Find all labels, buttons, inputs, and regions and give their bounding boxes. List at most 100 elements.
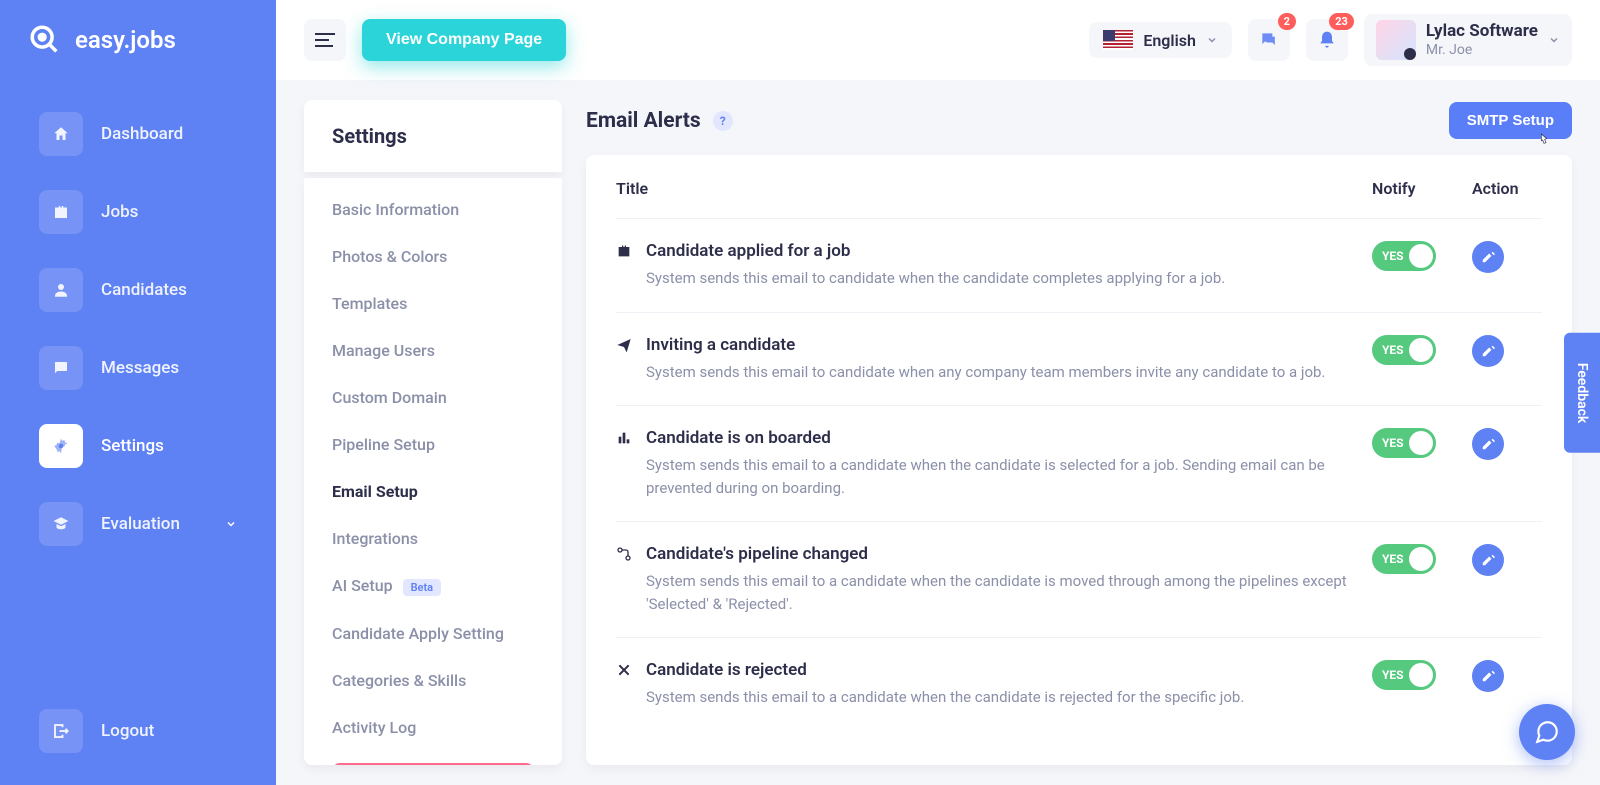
chevron-down-icon bbox=[1206, 34, 1218, 46]
notifications-badge: 23 bbox=[1329, 13, 1354, 30]
logout-icon bbox=[39, 709, 83, 753]
topbar: View Company Page English 2 23 Lylac Sof… bbox=[276, 0, 1600, 80]
sidebar-item-logout[interactable]: Logout bbox=[25, 697, 251, 765]
pencil-icon bbox=[1481, 669, 1495, 683]
pencil-icon bbox=[1481, 437, 1495, 451]
cursor-pointer-icon bbox=[1536, 131, 1552, 149]
settings-item-templates[interactable]: Templates bbox=[304, 280, 562, 327]
chart-icon bbox=[616, 428, 646, 499]
sidebar-item-candidates[interactable]: Candidates bbox=[25, 256, 251, 324]
feedback-tab[interactable]: Feedback bbox=[1564, 332, 1600, 453]
messages-badge: 2 bbox=[1278, 13, 1296, 30]
logo[interactable]: easy.jobs bbox=[25, 20, 251, 60]
toggle-label: YES bbox=[1372, 668, 1404, 682]
notify-toggle[interactable]: YES bbox=[1372, 660, 1436, 690]
settings-item-candidate-apply[interactable]: Candidate Apply Setting bbox=[304, 610, 562, 657]
col-header-notify: Notify bbox=[1372, 179, 1472, 198]
toggle-label: YES bbox=[1372, 552, 1404, 566]
table-header: Title Notify Action bbox=[616, 179, 1542, 219]
notify-toggle[interactable]: YES bbox=[1372, 241, 1436, 271]
chat-bubble-icon bbox=[1534, 719, 1560, 745]
edit-button[interactable] bbox=[1472, 544, 1504, 576]
edit-button[interactable] bbox=[1472, 428, 1504, 460]
settings-list: Basic Information Photos & Colors Templa… bbox=[304, 178, 562, 765]
chat-icon bbox=[39, 346, 83, 390]
hamburger-button[interactable] bbox=[304, 19, 346, 61]
company-name: Lylac Software bbox=[1426, 21, 1538, 41]
alert-desc: System sends this email to a candidate w… bbox=[646, 454, 1352, 499]
alert-desc: System sends this email to candidate whe… bbox=[646, 361, 1352, 384]
user-menu[interactable]: Lylac Software Mr. Joe bbox=[1364, 14, 1572, 66]
messages-button[interactable]: 2 bbox=[1248, 19, 1290, 61]
settings-item-ai-setup[interactable]: AI Setup Beta bbox=[304, 562, 562, 610]
alert-title: Candidate's pipeline changed bbox=[646, 544, 1352, 564]
edit-button[interactable] bbox=[1472, 660, 1504, 692]
user-icon bbox=[39, 268, 83, 312]
hamburger-icon bbox=[315, 33, 335, 47]
view-company-button[interactable]: View Company Page bbox=[362, 19, 566, 61]
sidebar-item-label: Evaluation bbox=[101, 514, 180, 534]
help-icon[interactable]: ? bbox=[713, 111, 733, 131]
message-icon bbox=[1259, 30, 1279, 50]
sidebar-item-settings[interactable]: Settings bbox=[25, 412, 251, 480]
sidebar-item-label: Candidates bbox=[101, 280, 187, 300]
bell-icon bbox=[1317, 30, 1337, 50]
notify-toggle[interactable]: YES bbox=[1372, 428, 1436, 458]
edit-button[interactable] bbox=[1472, 241, 1504, 273]
settings-title: Settings bbox=[304, 100, 562, 172]
user-name: Mr. Joe bbox=[1426, 42, 1538, 59]
alert-desc: System sends this email to candidate whe… bbox=[646, 267, 1352, 290]
briefcase-icon bbox=[616, 241, 646, 290]
logo-icon bbox=[25, 20, 65, 60]
alert-row: Inviting a candidate System sends this e… bbox=[616, 313, 1542, 407]
language-selector[interactable]: English bbox=[1089, 22, 1232, 58]
settings-item-custom-domain[interactable]: Custom Domain bbox=[304, 374, 562, 421]
settings-action-button[interactable] bbox=[332, 763, 534, 765]
alert-desc: System sends this email to a candidate w… bbox=[646, 686, 1352, 709]
pencil-icon bbox=[1481, 344, 1495, 358]
sidebar-item-label: Jobs bbox=[101, 202, 138, 222]
alerts-table: Title Notify Action Candidate applied fo… bbox=[586, 155, 1572, 765]
notifications-button[interactable]: 23 bbox=[1306, 19, 1348, 61]
grad-cap-icon bbox=[39, 502, 83, 546]
settings-item-photos-colors[interactable]: Photos & Colors bbox=[304, 233, 562, 280]
close-icon bbox=[616, 660, 646, 709]
settings-item-basic-information[interactable]: Basic Information bbox=[304, 186, 562, 233]
smtp-setup-button[interactable]: SMTP Setup bbox=[1449, 102, 1572, 139]
sidebar-item-label: Settings bbox=[101, 436, 164, 456]
alert-title: Candidate is on boarded bbox=[646, 428, 1352, 448]
alert-title: Candidate is rejected bbox=[646, 660, 1352, 680]
sidebar-item-label: Messages bbox=[101, 358, 179, 378]
settings-item-manage-users[interactable]: Manage Users bbox=[304, 327, 562, 374]
brand-text: easy.jobs bbox=[75, 26, 176, 54]
settings-item-label: AI Setup bbox=[332, 576, 393, 595]
notify-toggle[interactable]: YES bbox=[1372, 544, 1436, 574]
briefcase-icon bbox=[39, 190, 83, 234]
settings-item-activity-log[interactable]: Activity Log bbox=[304, 704, 562, 751]
alerts-header: Email Alerts ? SMTP Setup bbox=[586, 100, 1572, 155]
content-area: Settings Basic Information Photos & Colo… bbox=[276, 80, 1600, 785]
sidebar-item-evaluation[interactable]: Evaluation bbox=[25, 490, 251, 558]
chat-widget-button[interactable] bbox=[1519, 704, 1575, 760]
col-header-action: Action bbox=[1472, 179, 1542, 198]
sidebar-nav: Dashboard Jobs Candidates Messages Setti… bbox=[25, 100, 251, 697]
main: View Company Page English 2 23 Lylac Sof… bbox=[276, 0, 1600, 785]
pipeline-icon bbox=[616, 544, 646, 615]
settings-item-email-setup[interactable]: Email Setup bbox=[304, 468, 562, 515]
settings-panel: Settings Basic Information Photos & Colo… bbox=[304, 100, 562, 765]
sidebar-item-jobs[interactable]: Jobs bbox=[25, 178, 251, 246]
alert-row: Candidate is rejected System sends this … bbox=[616, 638, 1542, 731]
notify-toggle[interactable]: YES bbox=[1372, 335, 1436, 365]
pencil-icon bbox=[1481, 553, 1495, 567]
sidebar-item-dashboard[interactable]: Dashboard bbox=[25, 100, 251, 168]
toggle-label: YES bbox=[1372, 343, 1404, 357]
gear-icon bbox=[39, 424, 83, 468]
sidebar-item-messages[interactable]: Messages bbox=[25, 334, 251, 402]
us-flag-icon bbox=[1103, 30, 1133, 50]
sidebar-item-label: Dashboard bbox=[101, 124, 183, 144]
edit-button[interactable] bbox=[1472, 335, 1504, 367]
email-alerts-section: Email Alerts ? SMTP Setup Title Notify bbox=[586, 100, 1572, 765]
settings-item-integrations[interactable]: Integrations bbox=[304, 515, 562, 562]
settings-item-pipeline-setup[interactable]: Pipeline Setup bbox=[304, 421, 562, 468]
settings-item-categories-skills[interactable]: Categories & Skills bbox=[304, 657, 562, 704]
